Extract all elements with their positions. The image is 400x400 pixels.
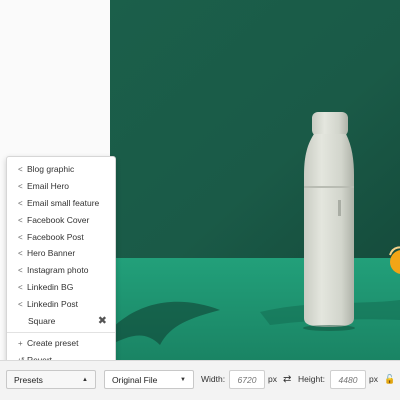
preset-square[interactable]: Square ✖ (7, 313, 115, 330)
format-select[interactable]: Original File ▼ (104, 370, 194, 389)
preset-facebook-cover[interactable]: < Facebook Cover (7, 212, 115, 229)
preset-linkedin-bg[interactable]: < Linkedin BG (7, 279, 115, 296)
unlock-icon[interactable]: 🔓 (384, 370, 395, 389)
preset-email-small-feature[interactable]: < Email small feature (7, 195, 115, 212)
menu-divider (7, 331, 115, 333)
width-label: Width: (201, 374, 226, 384)
caret-down-icon: ▼ (180, 377, 186, 383)
width-unit: px (268, 374, 277, 384)
height-label: Height: (298, 374, 325, 384)
preset-hero-banner[interactable]: < Hero Banner (7, 245, 115, 262)
share-icon: < (18, 181, 23, 191)
width-input[interactable] (229, 370, 265, 389)
preset-facebook-post[interactable]: < Facebook Post (7, 229, 115, 246)
swap-dimensions-icon[interactable]: ⇄ (283, 370, 291, 389)
share-icon: < (18, 232, 23, 242)
share-icon: < (18, 266, 23, 276)
preset-linkedin-post[interactable]: < Linkedin Post (7, 296, 115, 313)
share-icon: < (18, 249, 23, 259)
preset-instagram-photo[interactable]: < Instagram photo (7, 262, 115, 279)
presets-dropdown-menu: < Blog graphic < Email Hero < Email small f… (6, 156, 116, 366)
preset-email-hero[interactable]: < Email Hero (7, 178, 115, 195)
preset-blog-graphic[interactable]: < Blog graphic (7, 161, 115, 178)
share-icon: < (18, 300, 23, 310)
create-preset-action[interactable]: + Create preset (7, 335, 115, 352)
plus-icon: + (18, 338, 23, 348)
remove-preset-icon[interactable]: ✖ (98, 313, 107, 330)
bottom-toolbar: Presets ▲ Original File ▼ Width: px ⇄ He… (0, 360, 400, 400)
presets-button[interactable]: Presets ▲ (6, 370, 96, 389)
preview-image (110, 0, 400, 360)
share-icon: < (18, 198, 23, 208)
share-icon: < (18, 165, 23, 174)
height-unit: px (369, 374, 378, 384)
caret-up-icon: ▲ (82, 377, 88, 383)
height-input[interactable] (330, 370, 366, 389)
share-icon: < (18, 283, 23, 293)
share-icon: < (18, 215, 23, 225)
